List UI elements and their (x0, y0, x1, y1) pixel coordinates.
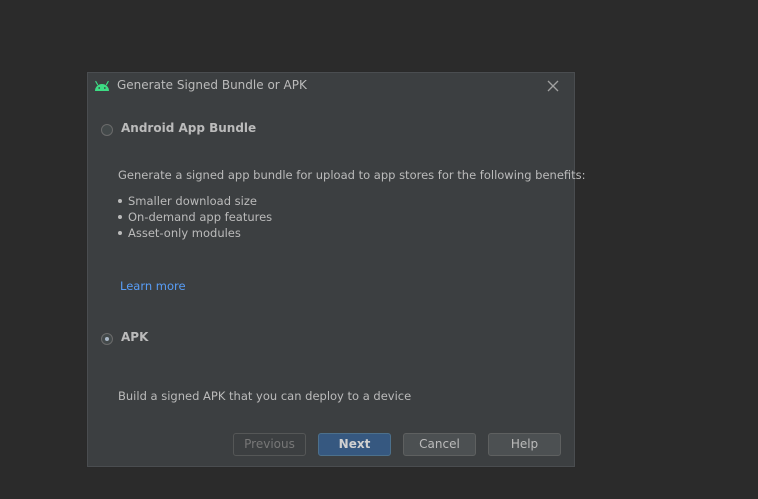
bundle-label: Android App Bundle (121, 121, 257, 135)
bundle-radio[interactable] (101, 124, 113, 136)
dialog-titlebar: Generate Signed Bundle or APK (87, 72, 575, 102)
benefits-list: Smaller download size On-demand app feat… (118, 194, 272, 242)
android-icon (95, 80, 109, 91)
dialog-title: Generate Signed Bundle or APK (117, 78, 307, 92)
next-button[interactable]: Next (318, 433, 391, 456)
bundle-description: Generate a signed app bundle for upload … (118, 168, 586, 182)
apk-description: Build a signed APK that you can deploy t… (118, 389, 412, 403)
apk-radio[interactable] (101, 333, 113, 345)
list-item: Asset-only modules (118, 226, 272, 242)
generate-signed-dialog: Generate Signed Bundle or APK Android Ap… (86, 71, 586, 468)
close-icon[interactable] (544, 77, 562, 95)
previous-button[interactable]: Previous (233, 433, 306, 456)
cancel-button[interactable]: Cancel (403, 433, 476, 456)
list-item: Smaller download size (118, 194, 272, 210)
learn-more-link[interactable]: Learn more (120, 279, 186, 293)
help-button[interactable]: Help (488, 433, 561, 456)
apk-label: APK (121, 330, 149, 344)
list-item: On-demand app features (118, 210, 272, 226)
